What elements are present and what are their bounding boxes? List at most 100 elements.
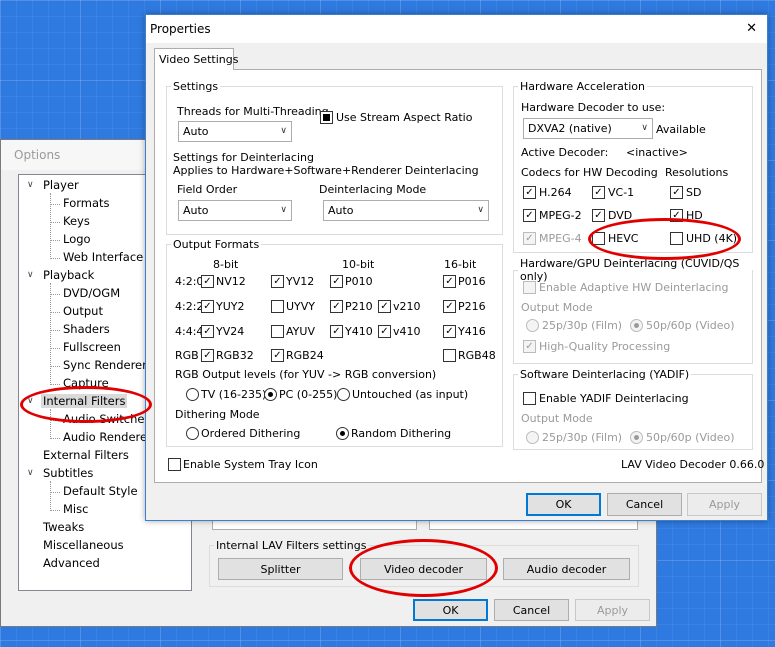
hw-video-radio[interactable] xyxy=(630,319,643,332)
tree-item[interactable]: Web Interface xyxy=(63,250,143,264)
codec-checkbox[interactable]: ✓ xyxy=(592,209,605,222)
stream-aspect-checkbox[interactable] xyxy=(320,111,333,124)
rgb-pc-radio[interactable] xyxy=(264,388,277,401)
rgb-levels-label: RGB Output levels (for YUV -> RGB conver… xyxy=(175,368,437,381)
options-cancel-button[interactable]: Cancel xyxy=(494,599,569,621)
format-row-label: 4:4:4 xyxy=(175,325,204,338)
tree-connector xyxy=(50,283,51,385)
threads-label: Threads for Multi-Threading xyxy=(177,105,329,118)
hw-deint-checkbox[interactable] xyxy=(523,281,536,294)
codec-checkbox[interactable]: ✓ xyxy=(523,209,536,222)
tree-item[interactable]: Output xyxy=(63,304,103,318)
format-checkbox[interactable]: ✓ xyxy=(378,300,391,313)
sw-video-radio[interactable] xyxy=(630,431,643,444)
tree-expand-icon[interactable]: ∨ xyxy=(27,270,34,280)
tree-connector xyxy=(50,492,60,493)
format-checkbox[interactable]: ✓ xyxy=(378,325,391,338)
options-apply-button[interactable]: Apply xyxy=(575,599,650,621)
props-cancel-button[interactable]: Cancel xyxy=(607,493,682,516)
format-checkbox[interactable]: ✓ xyxy=(201,275,214,288)
splitter-button[interactable]: Splitter xyxy=(218,558,343,580)
format-checkbox[interactable]: ✓ xyxy=(330,275,343,288)
codec-checkbox[interactable]: ✓ xyxy=(592,186,605,199)
tree-item[interactable]: DVD/OGM xyxy=(63,286,120,300)
audio-decoder-button[interactable]: Audio decoder xyxy=(503,558,630,580)
tree-connector xyxy=(50,330,60,331)
format-label: YV12 xyxy=(286,275,315,288)
tray-checkbox[interactable] xyxy=(168,458,181,471)
properties-titlebar[interactable]: Properties ✕ xyxy=(146,15,767,43)
close-icon[interactable]: ✕ xyxy=(746,21,757,36)
tree-item[interactable]: Player xyxy=(43,178,79,192)
tree-connector xyxy=(50,510,60,511)
format-checkbox[interactable]: ✓ xyxy=(330,300,343,313)
format-checkbox[interactable]: ✓ xyxy=(443,300,456,313)
tree-item[interactable]: Audio Renderer xyxy=(63,430,152,444)
props-apply-button[interactable]: Apply xyxy=(687,493,762,516)
tree-item[interactable]: Advanced xyxy=(43,556,100,570)
hw-film-label: 25p/30p (Film) xyxy=(542,319,623,332)
tree-item[interactable]: Misc xyxy=(63,502,88,516)
tree-item[interactable]: Default Style xyxy=(63,484,138,498)
format-row-label: RGB xyxy=(175,349,199,362)
hw-video-label: 50p/60p (Video) xyxy=(646,319,735,332)
version-label: LAV Video Decoder 0.66.0 xyxy=(621,458,765,471)
format-checkbox[interactable]: ✓ xyxy=(271,275,284,288)
threads-dropdown[interactable]: Auto ∨ xyxy=(178,121,292,142)
tree-item[interactable]: Fullscreen xyxy=(63,340,121,354)
format-row-label: 4:2:0 xyxy=(175,275,204,288)
tree-item[interactable]: Sync Renderer S xyxy=(63,358,158,372)
yadif-checkbox[interactable] xyxy=(523,392,536,405)
props-ok-button[interactable]: OK xyxy=(526,493,601,516)
dither-random-radio[interactable] xyxy=(336,427,349,440)
resolution-checkbox[interactable]: ✓ xyxy=(670,186,683,199)
deint-mode-value: Auto xyxy=(328,204,354,217)
format-checkbox[interactable] xyxy=(271,300,284,313)
yadif-label: Enable YADIF Deinterlacing xyxy=(539,392,689,405)
tree-item[interactable]: Logo xyxy=(63,232,91,246)
dither-ordered-radio[interactable] xyxy=(186,427,199,440)
format-checkbox[interactable]: ✓ xyxy=(201,300,214,313)
tree-item[interactable]: Miscellaneous xyxy=(43,538,124,552)
tree-connector xyxy=(50,348,60,349)
tree-expand-icon[interactable]: ∨ xyxy=(27,180,34,190)
format-checkbox[interactable] xyxy=(443,349,456,362)
tree-expand-icon[interactable]: ∨ xyxy=(27,468,34,478)
hw-decoder-dropdown[interactable]: DXVA2 (native) ∨ xyxy=(523,118,653,139)
format-checkbox[interactable]: ✓ xyxy=(330,325,343,338)
format-checkbox[interactable] xyxy=(271,325,284,338)
options-ok-button[interactable]: OK xyxy=(413,599,488,621)
format-checkbox[interactable]: ✓ xyxy=(443,275,456,288)
resolutions-label: Resolutions xyxy=(665,166,729,179)
rgb-tv-radio[interactable] xyxy=(186,388,199,401)
codec-checkbox[interactable]: ✓ xyxy=(523,232,536,245)
dither-random-label: Random Dithering xyxy=(351,427,452,440)
format-checkbox[interactable]: ✓ xyxy=(443,325,456,338)
field-order-dropdown[interactable]: Auto ∨ xyxy=(178,200,292,221)
tree-item[interactable]: Formats xyxy=(63,196,110,210)
rgb-untouched-radio[interactable] xyxy=(337,388,350,401)
chevron-down-icon: ∨ xyxy=(477,205,484,215)
format-checkbox[interactable]: ✓ xyxy=(271,349,284,362)
tree-item[interactable]: External Filters xyxy=(43,448,129,462)
tree-item[interactable]: Subtitles xyxy=(43,466,93,480)
active-decoder-value: <inactive> xyxy=(626,146,688,159)
format-checkbox[interactable]: ✓ xyxy=(201,349,214,362)
tree-item[interactable]: Playback xyxy=(43,268,94,282)
format-checkbox[interactable]: ✓ xyxy=(201,325,214,338)
hq-processing-checkbox[interactable]: ✓ xyxy=(523,340,536,353)
tree-item[interactable]: Shaders xyxy=(63,322,110,336)
tree-item[interactable]: Tweaks xyxy=(43,520,84,534)
hq-processing-label: High-Quality Processing xyxy=(539,340,671,353)
tab-page: Settings Threads for Multi-Threading Aut… xyxy=(154,69,765,483)
hw-accel-legend: Hardware Acceleration xyxy=(520,80,645,93)
hw-film-radio[interactable] xyxy=(526,319,539,332)
tree-connector xyxy=(50,193,51,259)
sw-film-radio[interactable] xyxy=(526,431,539,444)
tree-item[interactable]: Keys xyxy=(63,214,90,228)
hw-status: Available xyxy=(656,123,706,136)
deint-mode-dropdown[interactable]: Auto ∨ xyxy=(323,200,489,221)
dither-label: Dithering Mode xyxy=(175,408,260,421)
codec-checkbox[interactable]: ✓ xyxy=(523,186,536,199)
tab-video-settings[interactable]: Video Settings xyxy=(154,48,238,70)
